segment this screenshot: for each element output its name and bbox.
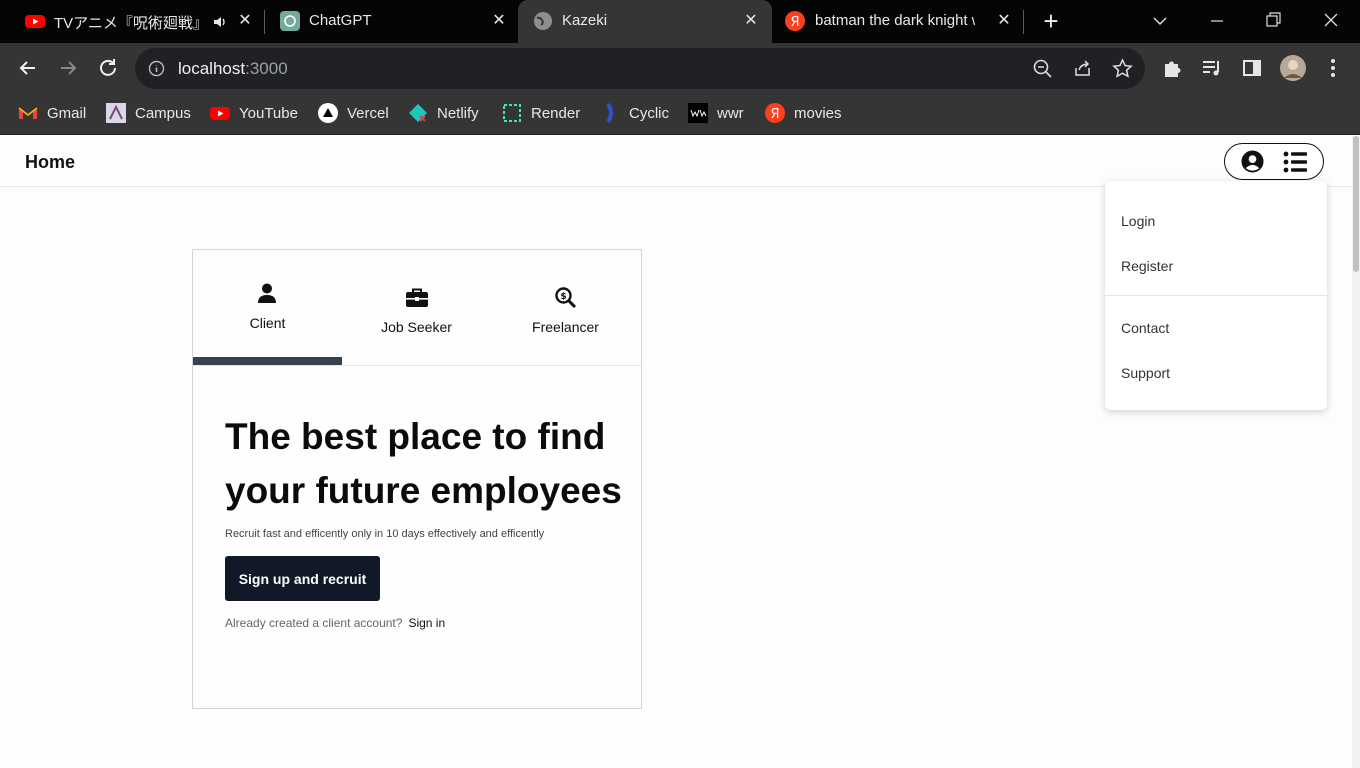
browser-tab-yandex[interactable]: Я batman the dark knight w ✕ — [774, 0, 1022, 43]
scrollbar-thumb[interactable] — [1353, 136, 1359, 272]
close-tab-icon[interactable]: ✕ — [740, 10, 762, 32]
signin-prompt-row: Already created a client account? Sign in — [225, 616, 445, 630]
gmail-icon — [18, 107, 38, 119]
bookmark-campus[interactable]: Campus — [106, 103, 191, 123]
bookmarks-bar: Gmail Campus YouTube Vercel Netlify Rend… — [0, 92, 1360, 135]
tab-search-icon[interactable] — [1146, 8, 1174, 34]
minimize-icon[interactable] — [1203, 8, 1231, 34]
render-icon — [503, 104, 521, 122]
tab-job-seeker[interactable]: Job Seeker — [342, 250, 491, 366]
active-tab-indicator — [193, 357, 342, 365]
user-menu-button[interactable] — [1224, 143, 1324, 180]
signin-link[interactable]: Sign in — [408, 616, 445, 630]
tab-freelancer[interactable]: $ Freelancer — [491, 250, 640, 366]
menu-item-login[interactable]: Login — [1121, 213, 1155, 229]
bookmark-netlify[interactable]: Netlify — [408, 103, 479, 123]
close-tab-icon[interactable]: ✕ — [234, 10, 256, 32]
role-card: Client Job Seeker $ Freelancer The best … — [192, 249, 642, 709]
bookmark-star-icon[interactable] — [1112, 58, 1133, 79]
site-info-icon[interactable] — [148, 60, 165, 77]
forward-icon[interactable] — [55, 55, 81, 81]
tab-label: Freelancer — [532, 319, 599, 335]
audio-playing-icon[interactable] — [212, 14, 228, 30]
address-bar[interactable]: localhost:3000 — [135, 48, 1145, 89]
hero-subtitle: Recruit fast and efficently only in 10 d… — [225, 528, 545, 540]
browser-toolbar: localhost:3000 — [0, 43, 1360, 92]
menu-item-register[interactable]: Register — [1121, 258, 1173, 274]
new-tab-button[interactable]: + — [1038, 6, 1064, 36]
vercel-icon — [318, 103, 338, 123]
share-icon[interactable] — [1072, 58, 1093, 79]
netlify-icon — [409, 104, 427, 122]
media-queue-icon[interactable] — [1201, 57, 1223, 79]
browser-tab-kazeki[interactable]: Kazeki ✕ — [518, 0, 772, 43]
page-scrollbar[interactable] — [1352, 136, 1360, 768]
wwr-icon — [688, 103, 708, 123]
bookmark-gmail[interactable]: Gmail — [18, 103, 86, 123]
menu-item-support[interactable]: Support — [1121, 365, 1170, 381]
svg-text:Я: Я — [770, 107, 779, 122]
yandex-icon: Я — [765, 103, 785, 123]
tab-client[interactable]: Client — [193, 250, 342, 366]
page-content: Home Login Register Contact Support Clie… — [0, 136, 1352, 768]
tab-title: batman the dark knight w — [815, 12, 975, 29]
url-text[interactable]: localhost:3000 — [178, 59, 288, 79]
bookmark-movies[interactable]: Я movies — [765, 103, 842, 123]
youtube-icon — [210, 107, 230, 120]
close-tab-icon[interactable]: ✕ — [993, 10, 1015, 32]
restore-icon[interactable] — [1259, 8, 1287, 34]
tab-separator — [264, 10, 265, 34]
youtube-icon — [25, 15, 45, 28]
tab-title: ChatGPT — [309, 12, 372, 29]
user-circle-icon — [1241, 150, 1264, 173]
tab-title: Kazeki — [562, 12, 608, 29]
tab-label: Job Seeker — [381, 319, 452, 335]
user-dropdown-menu: Login Register Contact Support — [1105, 181, 1327, 410]
reload-icon[interactable] — [95, 55, 121, 81]
tab-label: Client — [249, 315, 286, 331]
url-host: localhost — [178, 59, 246, 78]
svg-text:Я: Я — [790, 15, 799, 30]
close-window-icon[interactable] — [1317, 8, 1345, 34]
app-navbar: Home — [0, 136, 1352, 187]
yandex-icon: Я — [785, 11, 805, 31]
bookmark-youtube[interactable]: YouTube — [210, 103, 298, 123]
cyclic-icon — [606, 103, 613, 123]
menu-divider — [1105, 295, 1327, 296]
browser-tab-strip: TVアニメ『呪術廻戦』第2 ✕ ChatGPT ✕ Kazeki ✕ Я bat… — [0, 0, 1360, 43]
briefcase-icon — [406, 288, 428, 307]
side-panel-icon[interactable] — [1241, 57, 1263, 79]
bookmark-vercel[interactable]: Vercel — [318, 103, 389, 123]
browser-tab-youtube[interactable]: TVアニメ『呪術廻戦』第2 ✕ — [8, 0, 260, 43]
back-icon[interactable] — [15, 55, 41, 81]
campus-icon — [106, 103, 126, 123]
home-link[interactable]: Home — [25, 152, 75, 173]
url-port: :3000 — [245, 59, 288, 78]
list-icon — [1283, 151, 1307, 173]
hero-title: The best place to find your future emplo… — [225, 416, 622, 511]
bookmark-wwr[interactable]: wwr — [688, 103, 744, 123]
profile-avatar-icon[interactable] — [1279, 54, 1307, 82]
close-tab-icon[interactable]: ✕ — [488, 10, 510, 32]
signup-recruit-button[interactable]: Sign up and recruit — [225, 556, 380, 601]
extensions-icon[interactable] — [1161, 57, 1183, 79]
more-menu-icon[interactable] — [1322, 57, 1344, 79]
zoom-out-icon[interactable] — [1032, 58, 1053, 79]
globe-icon — [534, 12, 552, 30]
tab-title: TVアニメ『呪術廻戦』第2 — [54, 15, 204, 32]
search-dollar-icon: $ — [555, 287, 576, 308]
browser-tab-chatgpt[interactable]: ChatGPT ✕ — [266, 0, 518, 43]
svg-text:$: $ — [560, 292, 566, 302]
tab-separator — [1023, 10, 1024, 34]
role-tabs: Client Job Seeker $ Freelancer — [193, 250, 641, 366]
signin-prompt: Already created a client account? — [225, 616, 403, 630]
user-icon — [258, 283, 276, 303]
menu-item-contact[interactable]: Contact — [1121, 320, 1169, 336]
bookmark-cyclic[interactable]: Cyclic — [600, 103, 669, 123]
chatgpt-icon — [280, 11, 300, 31]
bookmark-render[interactable]: Render — [502, 103, 580, 123]
